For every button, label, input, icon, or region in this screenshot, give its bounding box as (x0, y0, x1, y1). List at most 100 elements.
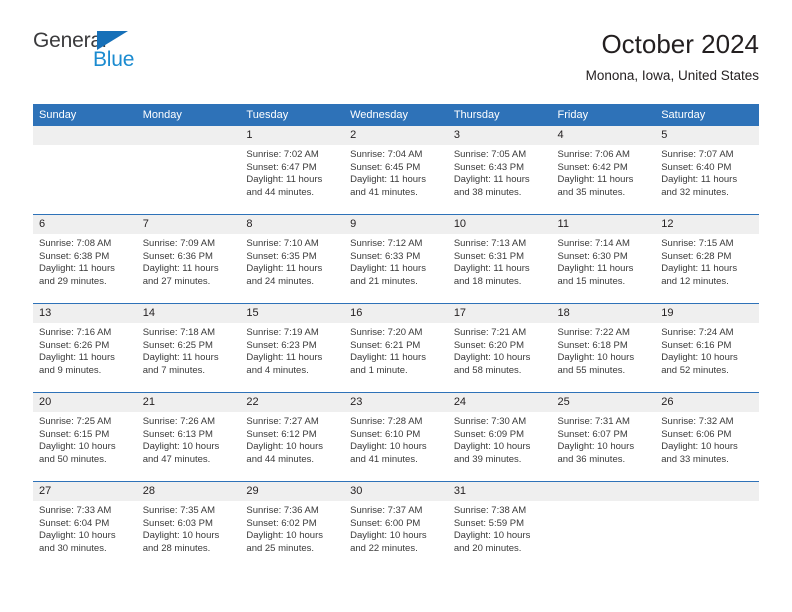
calendar-day-cell[interactable]: 17 Sunrise: 7:21 AM Sunset: 6:20 PM Dayligh… (447, 303, 552, 393)
calendar-day-cell[interactable]: 26 Sunrise: 7:32 AM Sunset: 6:06 PM Dayligh… (655, 392, 759, 482)
daylight-text-line1: Daylight: 10 hours (39, 441, 116, 453)
calendar-day-cell[interactable]: 25 Sunrise: 7:31 AM Sunset: 6:07 PM Dayligh… (551, 392, 656, 482)
calendar-day-cell[interactable]: 1 Sunrise: 7:02 AM Sunset: 6:47 PM Daylight… (240, 126, 345, 215)
day-number (136, 126, 241, 145)
day-number: 9 (344, 215, 448, 234)
day-number: 5 (655, 126, 759, 145)
calendar-day-cell[interactable]: 11 Sunrise: 7:14 AM Sunset: 6:30 PM Dayligh… (551, 214, 656, 304)
daylight-text-line2: and 15 minutes. (557, 275, 626, 287)
logo-blue-label: Blue (93, 48, 135, 71)
daylight-text-line1: Daylight: 10 hours (350, 530, 427, 542)
day-number: 25 (551, 393, 656, 412)
sunset-text: Sunset: 6:43 PM (453, 161, 525, 173)
calendar-page: General Blue October 2024 Monona, Iowa, … (0, 0, 792, 612)
calendar-day-cell[interactable]: 8 Sunrise: 7:10 AM Sunset: 6:35 PM Daylight… (240, 214, 345, 304)
day-details: Sunrise: 7:18 AM Sunset: 6:25 PM Daylight:… (137, 323, 241, 377)
weekday-header-sunday: Sunday (33, 104, 137, 126)
day-number: 17 (447, 304, 552, 323)
daylight-text-line2: and 52 minutes. (661, 364, 729, 376)
sunrise-text: Sunrise: 7:08 AM (39, 238, 112, 249)
daylight-text-line1: Daylight: 11 hours (142, 352, 219, 364)
calendar-day-cell[interactable]: 16 Sunrise: 7:20 AM Sunset: 6:21 PM Dayligh… (344, 303, 448, 393)
day-details: Sunrise: 7:33 AM Sunset: 6:04 PM Daylight:… (33, 501, 137, 555)
calendar-day-cell[interactable]: 5 Sunrise: 7:07 AM Sunset: 6:40 PM Daylight… (655, 126, 759, 215)
daylight-text-line1: Daylight: 10 hours (142, 530, 220, 542)
calendar-day-cell[interactable]: 20 Sunrise: 7:25 AM Sunset: 6:15 PM Dayligh… (33, 392, 137, 482)
day-number (33, 126, 137, 145)
sunrise-text: Sunrise: 7:18 AM (142, 327, 216, 338)
page-title: October 2024 (601, 29, 759, 59)
sunset-text: Sunset: 6:36 PM (142, 250, 213, 262)
day-number: 27 (33, 482, 137, 501)
day-number: 21 (136, 393, 241, 412)
sunrise-text: Sunrise: 7:30 AM (453, 416, 527, 427)
day-details: Sunrise: 7:32 AM Sunset: 6:06 PM Daylight:… (655, 412, 759, 466)
calendar-day-cell[interactable]: 6 Sunrise: 7:08 AM Sunset: 6:38 PM Daylight… (33, 214, 137, 304)
day-number: 6 (33, 215, 137, 234)
calendar-day-cell[interactable]: 2 Sunrise: 7:04 AM Sunset: 6:45 PM Daylight… (344, 126, 448, 215)
sunset-text: Sunset: 6:25 PM (142, 339, 213, 351)
calendar-day-cell[interactable]: 31 Sunrise: 7:38 AM Sunset: 5:59 PM Dayligh… (447, 481, 552, 570)
sunrise-text: Sunrise: 7:06 AM (557, 149, 630, 160)
day-details: Sunrise: 7:31 AM Sunset: 6:07 PM Daylight:… (552, 412, 656, 466)
calendar-day-cell[interactable]: 30 Sunrise: 7:37 AM Sunset: 6:00 PM Dayligh… (344, 481, 448, 570)
calendar-day-cell[interactable]: 3 Sunrise: 7:05 AM Sunset: 6:43 PM Daylight… (447, 126, 552, 215)
daylight-text-line1: Daylight: 11 hours (350, 174, 426, 186)
calendar-empty-cell (551, 481, 656, 570)
sunrise-text: Sunrise: 7:38 AM (453, 505, 527, 516)
daylight-text-line2: and 36 minutes. (557, 453, 626, 465)
calendar-day-cell[interactable]: 24 Sunrise: 7:30 AM Sunset: 6:09 PM Dayligh… (447, 392, 552, 482)
sunset-text: Sunset: 6:28 PM (661, 250, 732, 262)
calendar-day-cell[interactable]: 13 Sunrise: 7:16 AM Sunset: 6:26 PM Dayligh… (33, 303, 137, 393)
sunset-text: Sunset: 6:30 PM (557, 250, 628, 262)
sunrise-text: Sunrise: 7:13 AM (453, 238, 527, 249)
weekday-header-thursday: Thursday (447, 104, 552, 126)
day-number: 15 (240, 304, 345, 323)
calendar-day-cell[interactable]: 4 Sunrise: 7:06 AM Sunset: 6:42 PM Daylight… (551, 126, 656, 215)
calendar-day-cell[interactable]: 27 Sunrise: 7:33 AM Sunset: 6:04 PM Dayligh… (33, 481, 137, 570)
daylight-text-line2: and 38 minutes. (453, 186, 522, 198)
sunset-text: Sunset: 6:15 PM (39, 428, 110, 440)
day-number: 14 (136, 304, 241, 323)
calendar-day-cell[interactable]: 9 Sunrise: 7:12 AM Sunset: 6:33 PM Daylight… (344, 214, 448, 304)
weekday-header-tuesday: Tuesday (240, 104, 345, 126)
sunrise-text: Sunrise: 7:33 AM (39, 505, 112, 516)
day-details: Sunrise: 7:35 AM Sunset: 6:03 PM Daylight:… (137, 501, 241, 555)
title-block: October 2024 Monona, Iowa, United States (586, 28, 759, 86)
day-number: 8 (240, 215, 345, 234)
daylight-text-line1: Daylight: 10 hours (453, 441, 531, 453)
day-number: 30 (344, 482, 448, 501)
calendar-day-cell[interactable]: 23 Sunrise: 7:28 AM Sunset: 6:10 PM Dayligh… (344, 392, 448, 482)
calendar-day-cell[interactable]: 28 Sunrise: 7:35 AM Sunset: 6:03 PM Dayligh… (136, 481, 241, 570)
calendar-day-cell[interactable]: 29 Sunrise: 7:36 AM Sunset: 6:02 PM Dayligh… (240, 481, 345, 570)
daylight-text-line2: and 47 minutes. (142, 453, 211, 465)
daylight-text-line1: Daylight: 11 hours (557, 263, 634, 275)
sunrise-text: Sunrise: 7:19 AM (246, 327, 319, 338)
calendar-day-cell[interactable]: 21 Sunrise: 7:26 AM Sunset: 6:13 PM Dayligh… (136, 392, 241, 482)
sunset-text: Sunset: 6:38 PM (39, 250, 110, 262)
calendar-day-cell[interactable]: 22 Sunrise: 7:27 AM Sunset: 6:12 PM Dayligh… (240, 392, 345, 482)
general-blue-logo[interactable]: General Blue (33, 30, 193, 82)
calendar-day-cell[interactable]: 18 Sunrise: 7:22 AM Sunset: 6:18 PM Dayligh… (551, 303, 656, 393)
day-details: Sunrise: 7:30 AM Sunset: 6:09 PM Daylight:… (448, 412, 552, 466)
calendar-day-cell[interactable]: 14 Sunrise: 7:18 AM Sunset: 6:25 PM Dayligh… (136, 303, 241, 393)
day-details: Sunrise: 7:02 AM Sunset: 6:47 PM Daylight:… (240, 145, 344, 199)
daylight-text-line1: Daylight: 11 hours (246, 263, 323, 275)
sunrise-text: Sunrise: 7:24 AM (661, 327, 734, 338)
day-details: Sunrise: 7:22 AM Sunset: 6:18 PM Daylight:… (552, 323, 656, 377)
calendar-day-cell[interactable]: 19 Sunrise: 7:24 AM Sunset: 6:16 PM Dayligh… (655, 303, 759, 393)
daylight-text-line2: and 1 minute. (350, 364, 408, 376)
calendar-day-cell[interactable]: 15 Sunrise: 7:19 AM Sunset: 6:23 PM Dayligh… (240, 303, 345, 393)
daylight-text-line1: Daylight: 11 hours (246, 174, 323, 186)
day-number: 7 (136, 215, 241, 234)
calendar-day-cell[interactable]: 7 Sunrise: 7:09 AM Sunset: 6:36 PM Daylight… (136, 214, 241, 304)
sunset-text: Sunset: 6:31 PM (453, 250, 525, 262)
daylight-text-line1: Daylight: 11 hours (661, 263, 738, 275)
daylight-text-line2: and 27 minutes. (142, 275, 211, 287)
daylight-text-line1: Daylight: 11 hours (39, 263, 115, 275)
calendar-day-cell[interactable]: 10 Sunrise: 7:13 AM Sunset: 6:31 PM Dayligh… (447, 214, 552, 304)
daylight-text-line2: and 18 minutes. (453, 275, 522, 287)
calendar-day-cell[interactable]: 12 Sunrise: 7:15 AM Sunset: 6:28 PM Dayligh… (655, 214, 759, 304)
daylight-text-line1: Daylight: 10 hours (557, 352, 635, 364)
day-number: 28 (136, 482, 241, 501)
